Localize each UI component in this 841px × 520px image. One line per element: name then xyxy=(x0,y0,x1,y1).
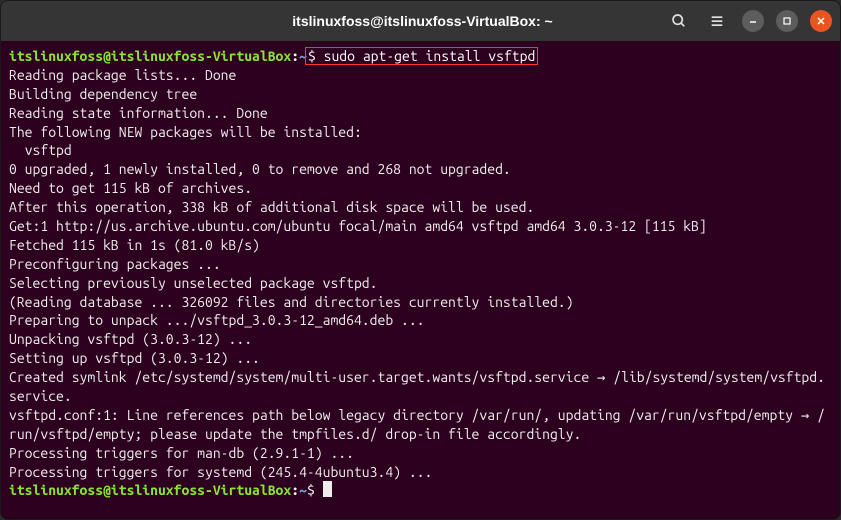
output-line: Unpacking vsftpd (3.0.3-12) ... xyxy=(9,330,832,349)
output-line: Created symlink /etc/systemd/system/mult… xyxy=(9,368,832,406)
output-line: 0 upgraded, 1 newly installed, 0 to remo… xyxy=(9,160,832,179)
close-button[interactable] xyxy=(810,10,832,32)
titlebar[interactable]: itslinuxfoss@itslinuxfoss-VirtualBox: ~ xyxy=(1,1,840,41)
command-text: sudo apt-get install vsftpd xyxy=(324,48,536,64)
output-line: Need to get 115 kB of archives. xyxy=(9,179,832,198)
command-highlight: $ sudo apt-get install vsftpd xyxy=(305,47,538,65)
output-line: Setting up vsftpd (3.0.3-12) ... xyxy=(9,349,832,368)
output-line: Reading package lists... Done xyxy=(9,66,832,85)
output-line: Preparing to unpack .../vsftpd_3.0.3-12_… xyxy=(9,311,832,330)
prompt-userhost: itslinuxfoss@itslinuxfoss-VirtualBox xyxy=(9,482,291,498)
prompt-userhost: itslinuxfoss@itslinuxfoss-VirtualBox xyxy=(9,48,291,64)
cursor xyxy=(323,481,332,497)
minimize-button[interactable] xyxy=(742,10,764,32)
output-line: Selecting previously unselected package … xyxy=(9,274,832,293)
search-icon[interactable] xyxy=(666,8,692,34)
output-line: After this operation, 338 kB of addition… xyxy=(9,198,832,217)
output-line: Processing triggers for man-db (2.9.1-1)… xyxy=(9,444,832,463)
output-line: Processing triggers for systemd (245.4-4… xyxy=(9,463,832,482)
output-line: Reading state information... Done xyxy=(9,104,832,123)
output-line: Building dependency tree xyxy=(9,85,832,104)
terminal-window: itslinuxfoss@itslinuxfoss-VirtualBox: ~ xyxy=(0,0,841,520)
output-line: vsftpd xyxy=(9,141,832,160)
prompt-line: itslinuxfoss@itslinuxfoss-VirtualBox:~$ xyxy=(9,481,832,500)
output-line: Fetched 115 kB in 1s (81.0 kB/s) xyxy=(9,236,832,255)
output-line: vsftpd.conf:1: Line references path belo… xyxy=(9,406,832,444)
output-line: Preconfiguring packages ... xyxy=(9,255,832,274)
window-title: itslinuxfoss@itslinuxfoss-VirtualBox: ~ xyxy=(179,13,666,29)
menu-icon[interactable] xyxy=(704,8,730,34)
prompt-path: ~ xyxy=(299,482,307,498)
terminal-body[interactable]: itslinuxfoss@itslinuxfoss-VirtualBox:~$ … xyxy=(1,41,840,519)
maximize-button[interactable] xyxy=(776,10,798,32)
prompt-line: itslinuxfoss@itslinuxfoss-VirtualBox:~$ … xyxy=(9,47,832,66)
output-line: Get:1 http://us.archive.ubuntu.com/ubunt… xyxy=(9,217,832,236)
output-line: (Reading database ... 326092 files and d… xyxy=(9,293,832,312)
output-line: The following NEW packages will be insta… xyxy=(9,123,832,142)
